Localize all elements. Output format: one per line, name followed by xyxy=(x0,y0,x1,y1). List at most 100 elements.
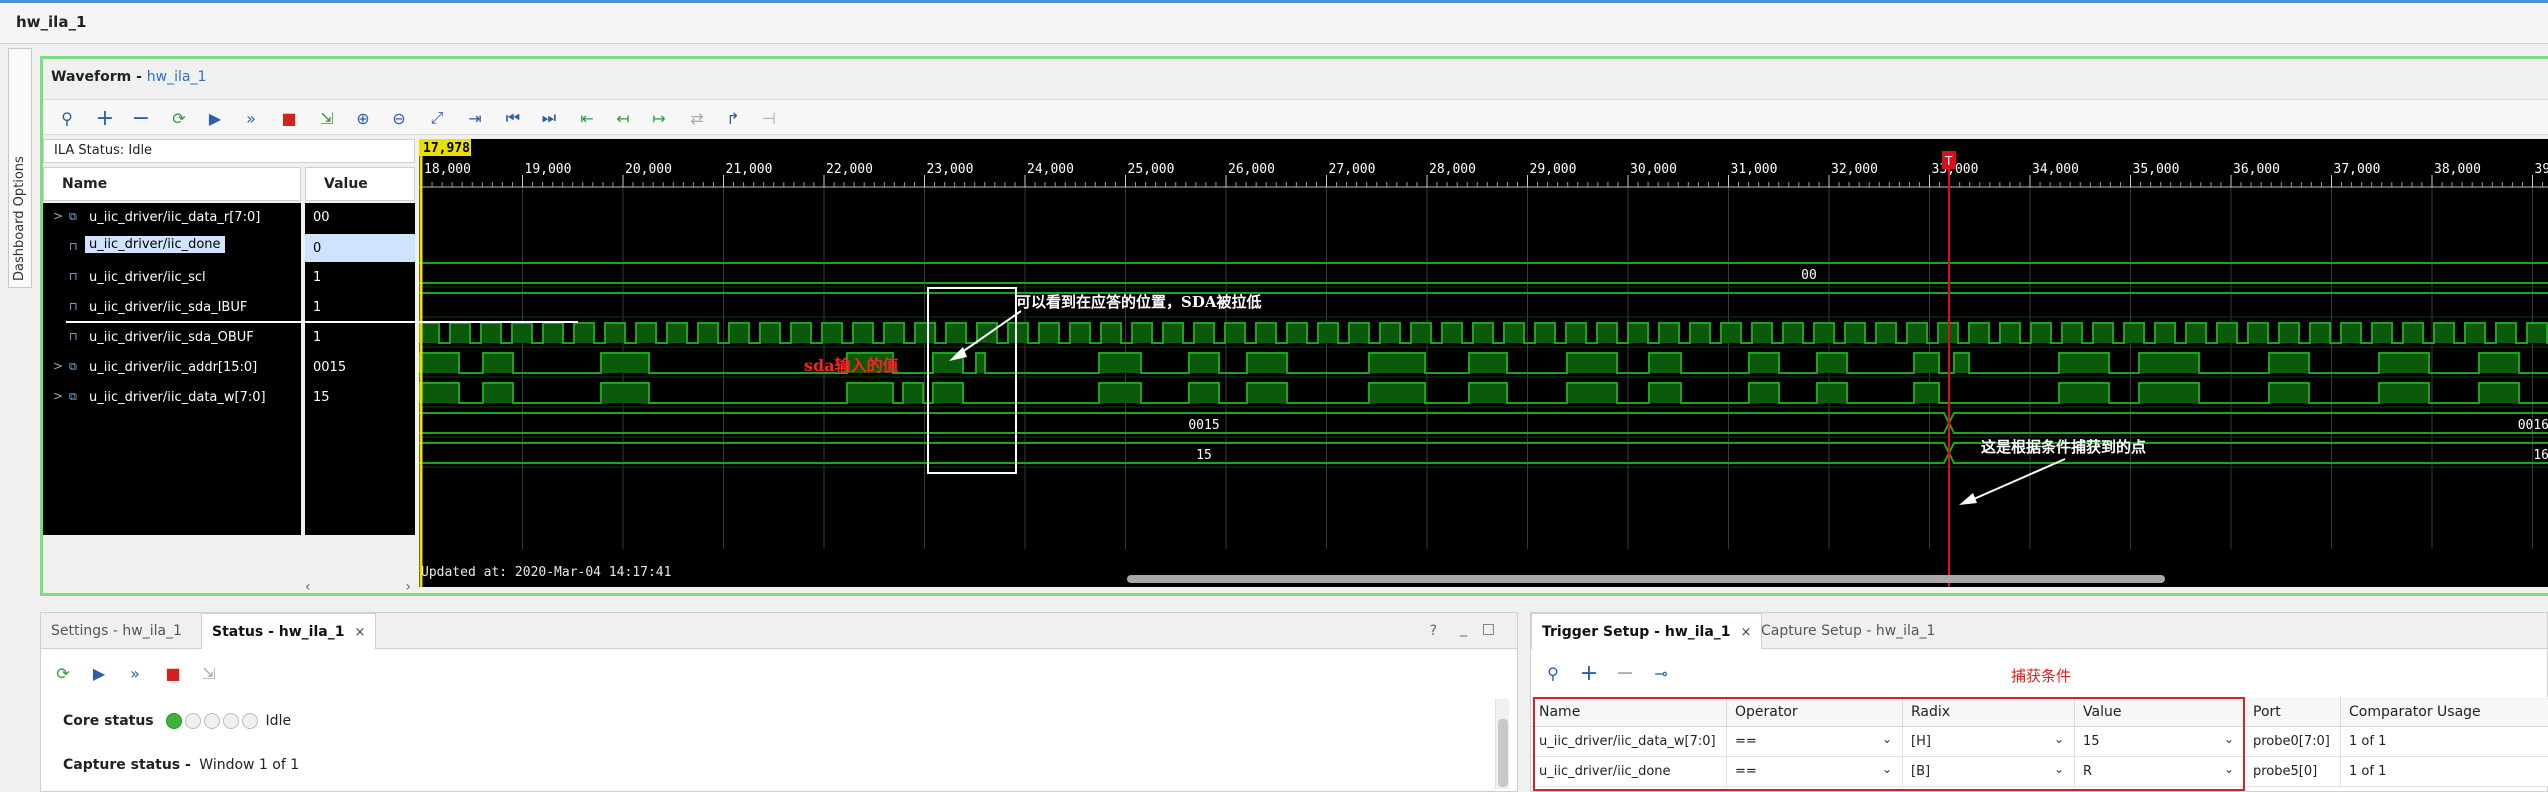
signal-row[interactable]: > ⧉ u_iic_driver/iic_data_w[7:0] xyxy=(43,383,301,413)
bus-label: 16 xyxy=(2533,448,2548,463)
timeline-tick-label: 19,000 xyxy=(525,162,572,177)
snap-to-transition-icon[interactable]: ↱ xyxy=(721,106,745,130)
signal-high-region xyxy=(1752,323,1772,343)
export-icon[interactable]: ⇲ xyxy=(197,661,221,685)
maximize-icon[interactable]: □ xyxy=(1482,621,1495,637)
signal-row[interactable]: > ⧉ u_iic_driver/iic_data_r[7:0] xyxy=(43,203,301,233)
signal-high-region xyxy=(419,383,459,403)
column-header-comparator-usage[interactable]: Comparator Usage xyxy=(2341,697,2548,727)
timeline-tick-label: 34,000 xyxy=(2032,162,2079,177)
dashboard-options-tab[interactable]: Dashboard Options xyxy=(8,48,32,288)
horizontal-scrollbar-thumb[interactable] xyxy=(1127,575,2165,583)
expand-icon[interactable]: > xyxy=(53,359,63,373)
add-icon[interactable]: + xyxy=(93,106,117,131)
waveform-canvas[interactable]: 18,000 19,000 20,000 21,000 22,000 23,000 24,0… xyxy=(419,139,2548,587)
signal-high-region xyxy=(1473,323,1493,343)
signal-row[interactable]: ⊓ u_iic_driver/iic_sda_OBUF xyxy=(43,323,301,353)
run-immediate-icon[interactable]: » xyxy=(239,106,263,130)
run-trigger-icon[interactable]: ▶ xyxy=(203,106,227,130)
swap-cursors-icon[interactable]: ⇄ xyxy=(685,106,709,130)
value-column-header[interactable]: Value xyxy=(305,167,415,201)
name-column-header[interactable]: Name xyxy=(43,167,301,201)
signal-high-region xyxy=(933,383,963,403)
signal-high-region xyxy=(1690,323,1710,343)
remove-icon[interactable]: − xyxy=(1613,661,1637,686)
trigger-marker: T xyxy=(1944,154,1953,168)
floating-ruler-icon[interactable]: ⊣ xyxy=(757,106,781,130)
go-to-cursor-icon[interactable]: ⇥ xyxy=(463,106,487,130)
signal-high-region xyxy=(574,323,594,343)
signal-high-region xyxy=(1247,383,1287,403)
signal-name-list: > ⧉ u_iic_driver/iic_data_r[7:0] ⊓ u_iic… xyxy=(43,203,301,535)
tab-status[interactable]: Status - hw_ila_1 × xyxy=(201,613,377,649)
signal-high-region xyxy=(1817,353,1847,373)
expand-icon[interactable]: > xyxy=(53,389,63,403)
signal-high-region xyxy=(2496,323,2516,343)
run-immediate-icon[interactable]: » xyxy=(123,661,147,685)
signal-icon: ⊓ xyxy=(69,330,78,343)
close-icon[interactable]: × xyxy=(1741,625,1752,640)
help-icon[interactable]: ? xyxy=(1430,623,1437,639)
search-icon[interactable]: ⚲ xyxy=(55,106,79,130)
signal-high-region xyxy=(636,323,656,343)
tab-capture-setup[interactable]: Capture Setup - hw_ila_1 xyxy=(1751,613,1945,649)
status-toolbar: ⟳ ▶ » ■ ⇲ xyxy=(41,655,1517,689)
timeline-tick-label: 23,000 xyxy=(927,162,974,177)
signal-high-region xyxy=(2139,383,2199,403)
signal-high-region xyxy=(1566,323,1586,343)
signal-high-region xyxy=(1194,323,1214,343)
horizontal-scrollbar-left[interactable]: ‹ › xyxy=(305,579,415,595)
previous-marker-icon[interactable]: ↤ xyxy=(611,106,635,130)
signal-high-region xyxy=(605,323,625,343)
add-marker-icon[interactable]: ⇤ xyxy=(575,106,599,130)
trigger-condition-icon[interactable]: ⊸ xyxy=(1649,661,1673,685)
signal-high-region xyxy=(483,383,513,403)
waveform-title-link[interactable]: hw_ila_1 xyxy=(147,69,207,85)
tab-trigger-setup[interactable]: Trigger Setup - hw_ila_1 × xyxy=(1531,613,1763,649)
zoom-out-icon[interactable]: ⊖ xyxy=(387,106,411,130)
table-cell-port: probe0[7:0] xyxy=(2245,727,2341,757)
signal-high-region xyxy=(2000,323,2020,343)
timeline-tick-label: 39 xyxy=(2535,162,2548,177)
zoom-fit-icon[interactable]: ⤢ xyxy=(425,106,449,130)
export-icon[interactable]: ⇲ xyxy=(315,106,339,130)
remove-icon[interactable]: − xyxy=(129,106,153,131)
search-icon[interactable]: ⚲ xyxy=(1541,661,1565,685)
run-trigger-icon[interactable]: ▶ xyxy=(87,661,111,685)
trigger-annotation: 这是根据条件捕获到的点 xyxy=(1981,438,2146,456)
go-to-start-icon[interactable]: ⏮ xyxy=(501,106,525,130)
refresh-icon[interactable]: ⟳ xyxy=(167,106,191,130)
signal-row[interactable]: ⊓ u_iic_driver/iic_done xyxy=(43,233,301,263)
signal-high-region xyxy=(1649,353,1681,373)
signal-row[interactable]: > ⧉ u_iic_driver/iic_addr[15:0] xyxy=(43,353,301,383)
signal-high-region xyxy=(1369,383,1425,403)
expand-icon[interactable]: > xyxy=(53,209,63,223)
add-icon[interactable]: + xyxy=(1577,661,1601,686)
bus-label: 15 xyxy=(1196,448,1212,463)
next-marker-icon[interactable]: ↦ xyxy=(647,106,671,130)
timeline-tick-label: 20,000 xyxy=(625,162,672,177)
signal-value: 1 xyxy=(313,300,322,315)
stop-icon[interactable]: ■ xyxy=(161,661,185,685)
column-header-port[interactable]: Port xyxy=(2245,697,2341,727)
minimize-icon[interactable]: _ xyxy=(1460,621,1467,637)
signal-high-region xyxy=(791,323,811,343)
signal-value: 1 xyxy=(313,330,322,345)
signal-high-region xyxy=(1411,323,1431,343)
trigger-arrowhead xyxy=(1959,493,1977,505)
signal-high-region xyxy=(481,323,501,343)
refresh-icon[interactable]: ⟳ xyxy=(51,661,75,685)
vertical-scrollbar[interactable] xyxy=(1495,699,1509,789)
signal-high-region xyxy=(2217,323,2237,343)
timeline-tick-label: 26,000 xyxy=(1228,162,1275,177)
zoom-in-icon[interactable]: ⊕ xyxy=(351,106,375,130)
close-icon[interactable]: × xyxy=(354,625,365,640)
tab-settings[interactable]: Settings - hw_ila_1 xyxy=(41,613,192,649)
stop-icon[interactable]: ■ xyxy=(277,106,301,130)
timeline-tick-label: 29,000 xyxy=(1530,162,1577,177)
signal-row[interactable]: ⊓ u_iic_driver/iic_sda_IBUF xyxy=(43,293,301,323)
go-to-end-icon[interactable]: ⏭ xyxy=(537,106,561,130)
signal-row[interactable]: ⊓ u_iic_driver/iic_scl xyxy=(43,263,301,293)
timeline-tick-label: 22,000 xyxy=(826,162,873,177)
capture-status: Capture status - Window 1 of 1 xyxy=(63,757,300,773)
